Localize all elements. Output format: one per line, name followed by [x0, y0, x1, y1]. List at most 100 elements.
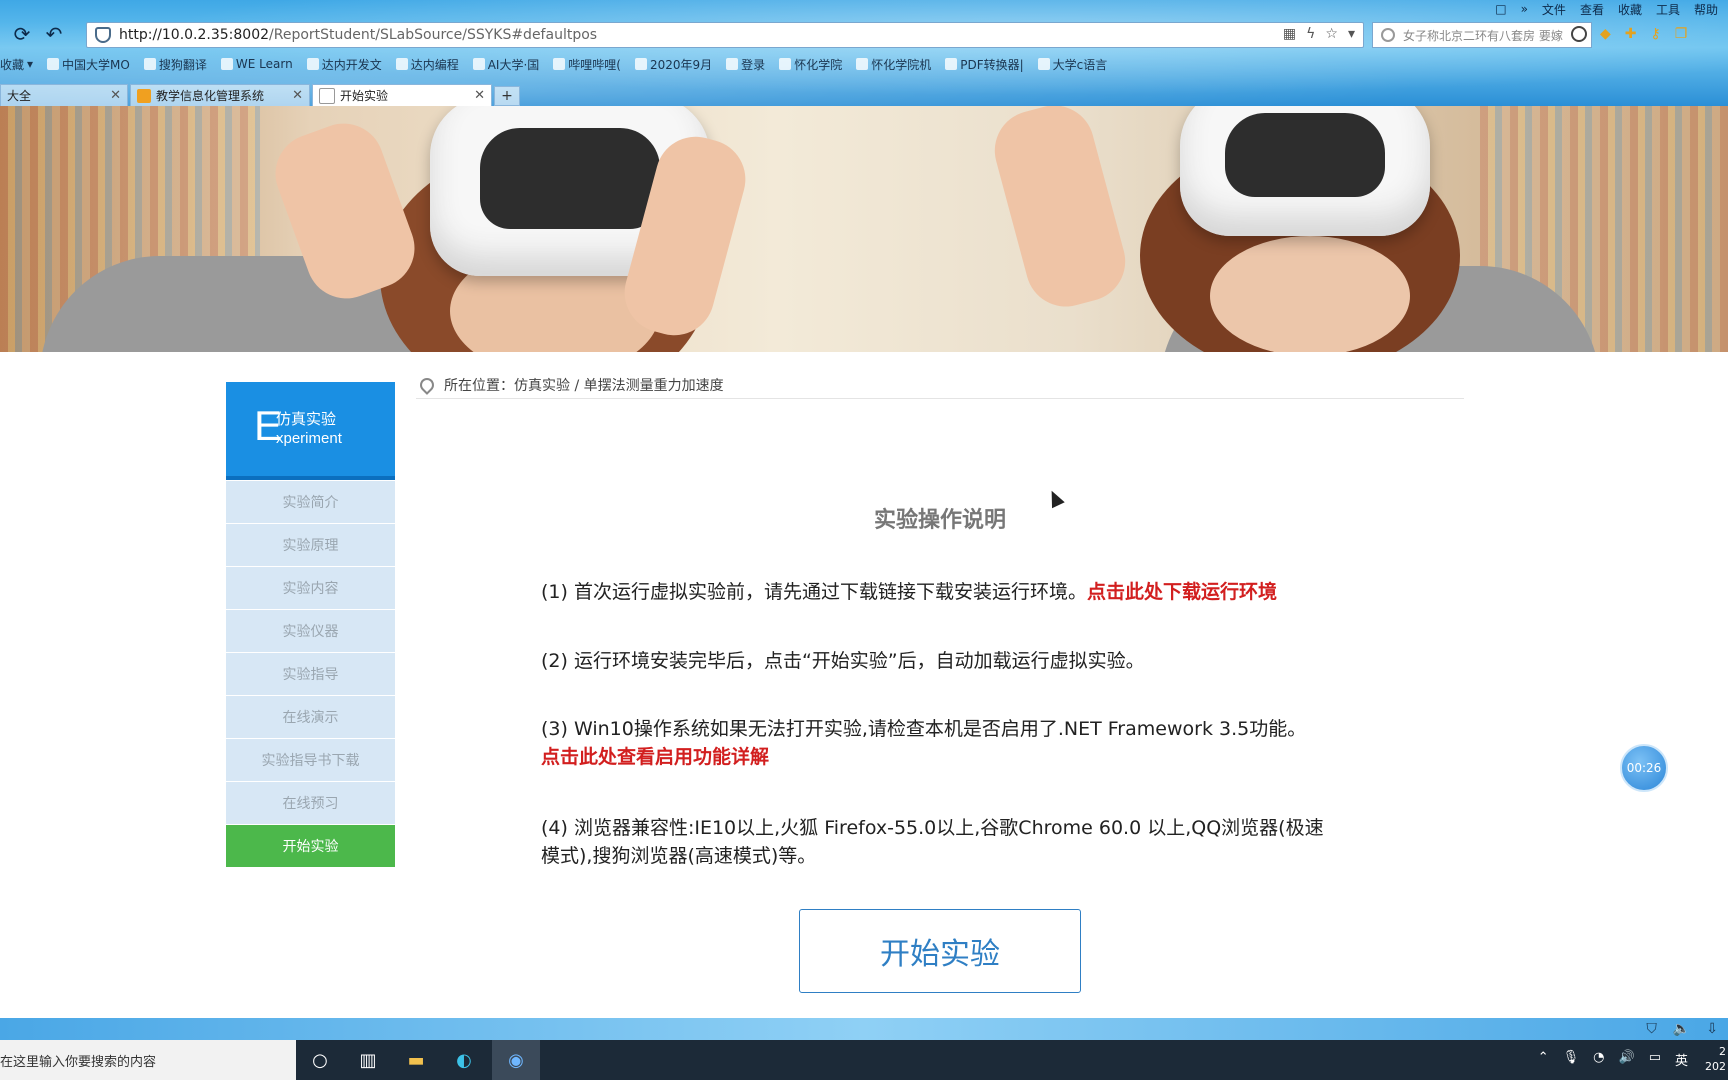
task-view-icon[interactable]: ▥	[344, 1040, 392, 1080]
taskbar: 在这里输入你要搜索的内容 ○ ▥ ▬ ◐ ◉ ⌃ 🎙 ◔ 🔊 ▭ 英 2 202	[0, 1040, 1728, 1080]
bookmark-item[interactable]: 登录	[726, 56, 765, 73]
undo-icon[interactable]: ↶	[42, 22, 66, 46]
sidebar-item-demo[interactable]: 在线演示	[226, 696, 395, 738]
sidebar-item-preview[interactable]: 在线预习	[226, 782, 395, 824]
menu-favorites[interactable]: 收藏	[1618, 1, 1642, 18]
shield-icon	[95, 27, 111, 43]
instruction-3: (3) Win10操作系统如果无法打开实验,请检查本机是否启用了.NET Fra…	[541, 718, 1307, 768]
dropdown-icon[interactable]: ▾	[1348, 26, 1355, 42]
tab-teaching-system[interactable]: 教学信息化管理系统 ✕	[130, 84, 310, 106]
file-explorer-icon[interactable]: ▬	[392, 1040, 440, 1080]
menu-help[interactable]: 帮助	[1694, 1, 1718, 18]
bookmark-item[interactable]: 怀化学院机	[856, 56, 931, 73]
cortana-icon[interactable]: ○	[296, 1040, 344, 1080]
bookmark-item[interactable]: 中国大学MO	[47, 56, 130, 73]
sidebar-item-guidance[interactable]: 实验指导	[226, 653, 395, 695]
sogou-icon	[1381, 28, 1395, 42]
restore-icon[interactable]: ❐	[1675, 26, 1688, 42]
url-path: /ReportStudent/SLabSource/SSYKS#defaultp…	[269, 27, 598, 43]
system-tray: ⌃ 🎙 ◔ 🔊 ▭ 英	[1538, 1050, 1688, 1069]
net-framework-link[interactable]: 点击此处查看启用功能详解	[541, 746, 769, 768]
taskbar-search[interactable]: 在这里输入你要搜索的内容	[0, 1040, 296, 1080]
download-icon[interactable]: ⇩	[1706, 1021, 1718, 1037]
bookmark-item[interactable]: 大学c语言	[1037, 56, 1107, 73]
nav-row: ⟳ ↶ http://10.0.2.35:8002 /ReportStudent…	[0, 20, 1728, 48]
url-host: http://10.0.2.35:8002	[119, 27, 270, 43]
logo-en: xperiment	[276, 430, 342, 447]
ime-indicator[interactable]: 英	[1675, 1050, 1688, 1069]
close-icon[interactable]: ✕	[474, 88, 485, 103]
start-experiment-button[interactable]: 开始实验	[799, 909, 1081, 993]
search-icon[interactable]	[1571, 26, 1587, 42]
chevron-icon[interactable]: »	[1521, 2, 1528, 16]
bookmark-item[interactable]: 2020年9月	[634, 56, 712, 73]
chevron-up-icon[interactable]: ⌃	[1538, 1050, 1549, 1069]
bookmarks-bar: 收藏 ▾ 中国大学MO 搜狗翻译 WE Learn 达内开发文 达内编程 AI大学…	[0, 54, 1107, 74]
volume-icon[interactable]: 🔊	[1619, 1050, 1635, 1069]
vr-headset	[1180, 106, 1430, 236]
edge-icon[interactable]: ◐	[440, 1040, 488, 1080]
breadcrumb-prefix: 所在位置：	[444, 378, 514, 394]
search-text: 女子称北京二环有八套房 要嫁	[1403, 28, 1563, 43]
ep-icon	[137, 88, 151, 103]
sidebar-item-content[interactable]: 实验内容	[226, 567, 395, 609]
bookmark-item[interactable]: PDF转换器|	[945, 56, 1024, 73]
menu-file[interactable]: 文件	[1542, 1, 1566, 18]
browser-status-bar: ⛉ 🔈 ⇩	[0, 1018, 1728, 1040]
sidebar-item-intro[interactable]: 实验简介	[226, 481, 395, 523]
tab-start-experiment[interactable]: 开始实验 ✕	[312, 84, 492, 106]
sidebar-item-guide-download[interactable]: 实验指导书下载	[226, 739, 395, 781]
download-runtime-link[interactable]: 点击此处下载运行环境	[1087, 581, 1277, 603]
extension-icon[interactable]: ◆	[1600, 26, 1611, 42]
bookmark-item[interactable]: 达内开发文	[306, 56, 382, 73]
refresh-icon[interactable]: ⟳	[10, 22, 34, 46]
sidebar-item-instruments[interactable]: 实验仪器	[226, 610, 395, 652]
extension-icons: ◆ ✚ ⚷ ❐	[1600, 26, 1687, 42]
address-tools: ▦ ϟ ☆ ▾	[1283, 26, 1355, 42]
breadcrumb: 所在位置： 仿真实验 / 单摆法测量重力加速度	[416, 372, 1464, 399]
tab-encyclopedia[interactable]: 大全 ✕	[0, 84, 128, 106]
microphone-icon[interactable]: 🎙	[1563, 1050, 1580, 1069]
window-icon[interactable]: □	[1495, 2, 1506, 16]
recording-timer[interactable]: 00:26	[1620, 744, 1668, 792]
lightning-icon[interactable]: ϟ	[1306, 26, 1315, 42]
qr-icon[interactable]: ▦	[1283, 26, 1296, 42]
search-box[interactable]: 女子称北京二环有八套房 要嫁	[1372, 22, 1592, 48]
sidebar-item-start[interactable]: 开始实验	[226, 825, 395, 867]
speaker-icon[interactable]: 🔈	[1673, 1021, 1690, 1037]
bookmark-item[interactable]: WE Learn	[220, 57, 293, 71]
gamepad-icon[interactable]: ✚	[1625, 26, 1637, 42]
page-title: 实验操作说明	[873, 508, 1006, 533]
key-icon[interactable]: ⚷	[1651, 26, 1661, 42]
security-icon[interactable]: ⛉	[1646, 1021, 1657, 1037]
star-icon[interactable]: ☆	[1325, 26, 1338, 42]
menu-view[interactable]: 查看	[1580, 1, 1604, 18]
bookmark-item[interactable]: 收藏 ▾	[0, 56, 33, 73]
battery-icon[interactable]: ▭	[1649, 1050, 1661, 1069]
location-pin-icon	[417, 375, 437, 395]
browser-chrome: □ » 文件 查看 收藏 工具 帮助 ⟳ ↶ http://10.0.2.35:…	[0, 0, 1728, 106]
sidebar-item-principle[interactable]: 实验原理	[226, 524, 395, 566]
bookmark-item[interactable]: 怀化学院	[779, 56, 842, 73]
instruction-1: (1) 首次运行虚拟实验前，请先通过下载链接下载安装运行环境。点击此处下载运行环…	[541, 581, 1277, 603]
new-tab-button[interactable]: +	[494, 86, 520, 106]
sidebar-header: E 仿真实验 xperiment	[226, 382, 395, 480]
bookmark-item[interactable]: AI大学·国	[472, 56, 539, 73]
menu-tools[interactable]: 工具	[1656, 1, 1680, 18]
instruction-2: (2) 运行环境安装完毕后，点击“开始实验”后，自动加载运行虚拟实验。	[541, 650, 1145, 672]
bookmark-item[interactable]: 哔哩哔哩(	[553, 56, 621, 73]
page-icon	[319, 87, 335, 104]
address-bar[interactable]: http://10.0.2.35:8002 /ReportStudent/SLa…	[86, 22, 1364, 48]
tab-strip: 大全 ✕ 教学信息化管理系统 ✕ 开始实验 ✕ +	[0, 84, 520, 106]
bookmark-item[interactable]: 搜狗翻译	[143, 56, 207, 73]
vr-banner-image	[0, 106, 1728, 352]
clock[interactable]: 2 202	[1705, 1044, 1726, 1074]
bookmark-item[interactable]: 达内编程	[395, 56, 459, 73]
breadcrumb-path[interactable]: 仿真实验 / 单摆法测量重力加速度	[514, 375, 724, 395]
close-icon[interactable]: ✕	[292, 88, 303, 103]
logo-cn: 仿真实验	[276, 410, 337, 428]
close-icon[interactable]: ✕	[110, 88, 121, 103]
sidebar: E 仿真实验 xperiment 实验简介 实验原理 实验内容 实验仪器 实验指…	[226, 382, 395, 867]
sogou-browser-icon[interactable]: ◉	[492, 1040, 540, 1080]
network-icon[interactable]: ◔	[1593, 1050, 1604, 1069]
